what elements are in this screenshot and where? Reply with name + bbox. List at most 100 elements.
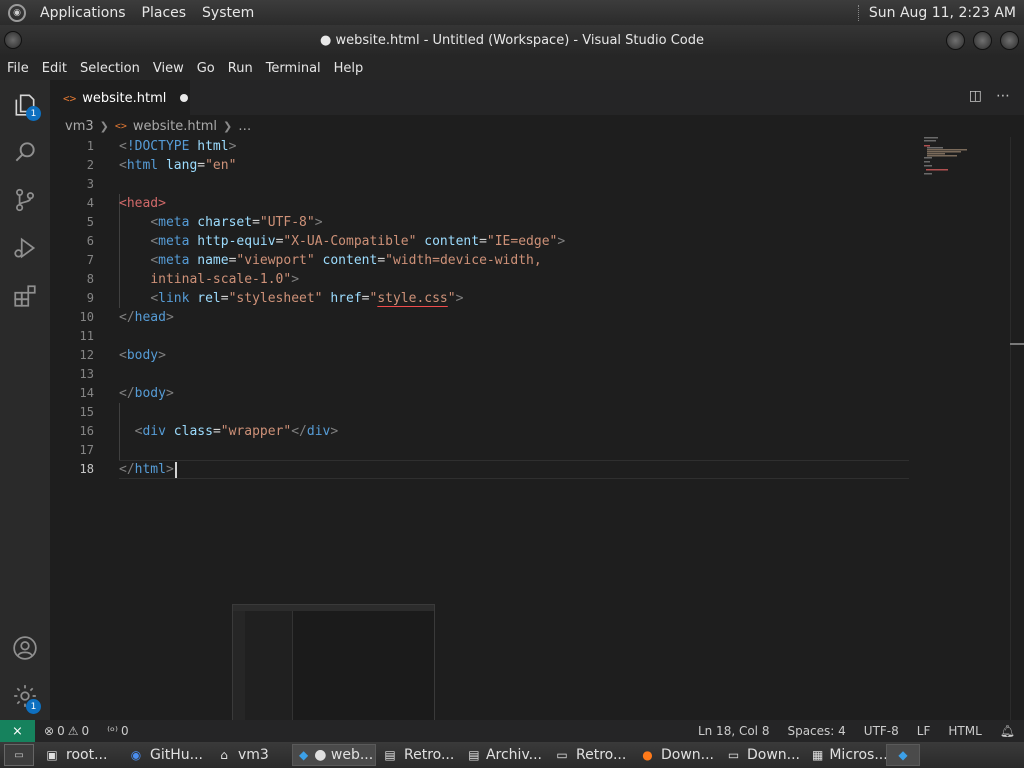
- taskbar: ▭ ▣ root... ◉ GitHu... ⌂ vm3 ◆ ● web... …: [0, 742, 1024, 768]
- line-number-current: 18: [79, 462, 94, 476]
- problems-indicator[interactable]: ⊗ 0 ⚠ 0: [35, 724, 98, 738]
- manage-button[interactable]: 1: [0, 673, 50, 719]
- taskbar-item[interactable]: ▭ Down...: [720, 744, 806, 766]
- line-number: 17: [79, 443, 94, 457]
- run-debug-icon: [14, 237, 36, 259]
- app-icon: ▤: [384, 748, 396, 762]
- menu-system[interactable]: System: [194, 5, 262, 21]
- line-number-gutter: 1 2 3 4 5 6 7 8 9 10 11 12 13 14 15 16 1…: [50, 137, 94, 479]
- taskbar-item[interactable]: ▤ Archiv...: [462, 744, 548, 766]
- menu-file[interactable]: File: [0, 61, 35, 76]
- explorer-button[interactable]: 1: [0, 82, 50, 128]
- menu-places[interactable]: Places: [134, 5, 195, 21]
- code-line: <!DOCTYPE html>: [119, 139, 237, 154]
- code-line: <meta name="viewport" content="width=dev…: [150, 253, 542, 268]
- menu-applications[interactable]: Applications: [32, 5, 134, 21]
- broadcast-icon: ⁽ᵒ⁾: [107, 724, 118, 738]
- code-line: <link rel="stylesheet" href="style.css">: [150, 291, 464, 306]
- line-number: 8: [86, 272, 94, 286]
- menu-run[interactable]: Run: [221, 61, 259, 76]
- taskbar-item[interactable]: ▤ Retro...: [376, 744, 462, 766]
- search-button[interactable]: [0, 129, 50, 175]
- breadcrumb-folder[interactable]: vm3: [65, 119, 94, 134]
- code-line: <head>: [119, 196, 166, 211]
- taskbar-item[interactable]: ⌂ vm3: [210, 744, 292, 766]
- line-number: 7: [86, 253, 94, 267]
- minimap[interactable]: [924, 137, 1004, 197]
- line-number: 14: [79, 386, 94, 400]
- window-title: ● website.html - Untitled (Workspace) - …: [319, 33, 704, 48]
- menu-selection[interactable]: Selection: [73, 61, 146, 76]
- taskbar-item-label: Retro...: [576, 747, 627, 763]
- taskbar-item-label: root...: [66, 747, 108, 763]
- taskbar-item[interactable]: ▣ root...: [38, 744, 122, 766]
- taskbar-item[interactable]: ▦ Micros...: [806, 744, 886, 766]
- clock[interactable]: Sun Aug 11, 2:23 AM: [869, 5, 1024, 21]
- more-actions-icon[interactable]: ⋯: [996, 88, 1010, 104]
- minimize-button[interactable]: [946, 31, 965, 50]
- text-cursor: [174, 461, 177, 478]
- taskbar-item-label: Retro...: [404, 747, 455, 763]
- line-number: 3: [86, 177, 94, 191]
- terminal-icon: ▣: [46, 748, 58, 762]
- line-number: 6: [86, 234, 94, 248]
- vertical-scrollbar[interactable]: [1010, 137, 1024, 720]
- indentation[interactable]: Spaces: 4: [778, 724, 854, 738]
- taskbar-item-label: vm3: [238, 747, 269, 763]
- unsaved-dot-icon[interactable]: [180, 94, 189, 102]
- close-button[interactable]: [1000, 31, 1019, 50]
- cursor-position[interactable]: Ln 18, Col 8: [689, 724, 779, 738]
- source-control-icon: [16, 188, 34, 212]
- language-mode[interactable]: HTML: [939, 724, 990, 738]
- home-folder-icon: ⌂: [220, 748, 228, 762]
- vscode-icon: ◆: [898, 748, 908, 762]
- encoding[interactable]: UTF-8: [855, 724, 908, 738]
- taskbar-item[interactable]: ● Down...: [634, 744, 720, 766]
- folder-icon: ▭: [727, 748, 740, 762]
- show-desktop-button[interactable]: ▭: [4, 744, 34, 766]
- menu-view[interactable]: View: [146, 61, 190, 76]
- menu-help[interactable]: Help: [327, 61, 370, 76]
- ports-count: 0: [120, 724, 129, 738]
- taskbar-item-label: Micros...: [829, 747, 886, 763]
- window-menu-button[interactable]: [4, 31, 22, 49]
- menu-go[interactable]: Go: [190, 61, 221, 76]
- tab-website-html[interactable]: <> website.html: [50, 80, 190, 115]
- taskbar-item[interactable]: ◉ GitHu...: [122, 744, 210, 766]
- split-editor-icon[interactable]: ◫: [969, 88, 982, 104]
- extensions-button[interactable]: [0, 273, 50, 319]
- taskbar-item[interactable]: ▭ Retro...: [548, 744, 634, 766]
- notifications-bell-icon[interactable]: 🔔︎: [991, 724, 1024, 738]
- activity-bar: 1 1: [0, 80, 50, 720]
- menu-edit[interactable]: Edit: [35, 61, 73, 76]
- warning-icon: ⚠: [67, 724, 79, 738]
- line-number: 11: [79, 329, 94, 343]
- breadcrumb: vm3 ❯ <> website.html ❯ …: [50, 115, 1024, 137]
- line-number: 5: [86, 215, 94, 229]
- source-control-button[interactable]: [0, 177, 50, 223]
- code-editor[interactable]: 1 2 3 4 5 6 7 8 9 10 11 12 13 14 15 16 1…: [50, 137, 1024, 720]
- workspace-switcher[interactable]: ◆: [886, 744, 920, 766]
- breadcrumb-more[interactable]: …: [238, 119, 251, 134]
- accounts-button[interactable]: [0, 625, 50, 671]
- run-debug-button[interactable]: [0, 225, 50, 271]
- distro-logo-icon[interactable]: ◉: [8, 3, 26, 22]
- taskbar-item-label: Down...: [660, 747, 714, 763]
- panel-separator: [857, 4, 861, 21]
- menu-terminal[interactable]: Terminal: [259, 61, 327, 76]
- breadcrumb-file[interactable]: website.html: [133, 119, 217, 134]
- code-line: </html>: [119, 460, 919, 479]
- taskbar-item-label: Archiv...: [485, 747, 542, 763]
- remote-indicator-icon[interactable]: ⨯: [0, 720, 35, 742]
- maximize-button[interactable]: [973, 31, 992, 50]
- ports-indicator[interactable]: ⁽ᵒ⁾ 0: [98, 724, 138, 738]
- taskbar-item-active[interactable]: ◆ ● web...: [292, 744, 376, 766]
- account-icon: [13, 636, 37, 660]
- code-lines: <!DOCTYPE html> <html lang="en" <head> <…: [119, 137, 919, 479]
- end-of-line[interactable]: LF: [908, 724, 940, 738]
- app-icon: ▦: [812, 748, 824, 762]
- status-bar: ⨯ ⊗ 0 ⚠ 0 ⁽ᵒ⁾ 0 Ln 18, Col 8 Spaces: 4 U…: [0, 720, 1024, 742]
